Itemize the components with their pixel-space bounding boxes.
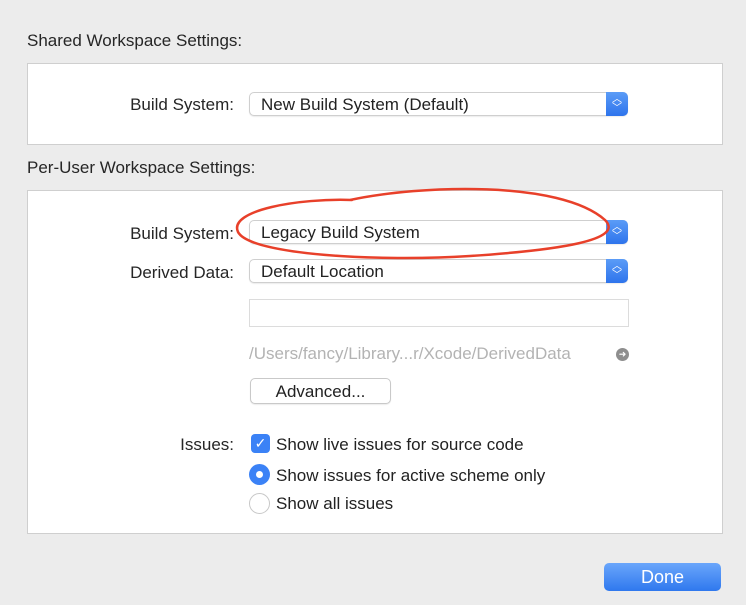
red-ellipse-annotation bbox=[235, 187, 610, 260]
